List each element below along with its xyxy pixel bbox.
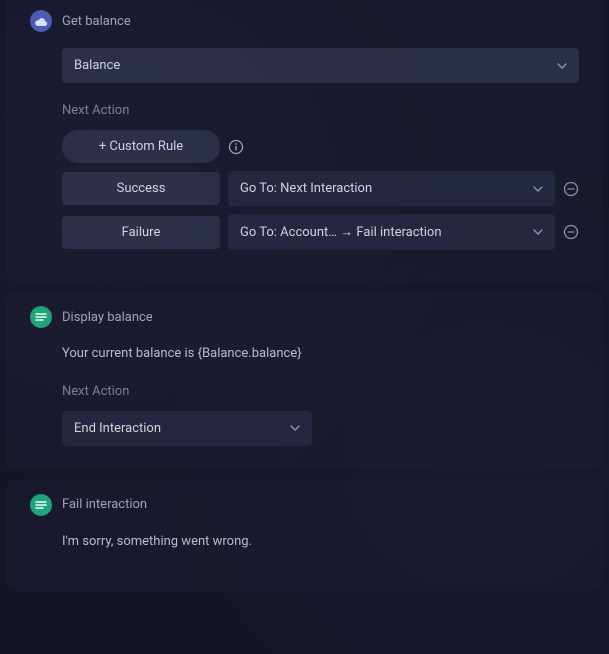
failure-pill[interactable]: Failure [62, 216, 220, 249]
cloud-icon [30, 10, 52, 32]
chevron-down-icon [533, 186, 543, 192]
chevron-down-icon [533, 229, 543, 235]
success-pill[interactable]: Success [62, 172, 220, 205]
message-text: I'm sorry, something went wrong. [62, 532, 579, 552]
balance-select[interactable]: Balance [62, 48, 579, 83]
card-fail-interaction: Fail interaction I'm sorry, something we… [6, 480, 603, 592]
remove-rule-icon[interactable] [563, 181, 579, 197]
add-custom-rule-button[interactable]: + Custom Rule [62, 130, 220, 163]
next-action-label: Next Action [62, 384, 579, 399]
next-action-select[interactable]: End Interaction [62, 411, 312, 446]
card-header: Get balance [30, 6, 579, 32]
success-target-value: Go To: Next Interaction [240, 181, 372, 196]
text-lines-icon [30, 494, 52, 516]
success-target-select[interactable]: Go To: Next Interaction [228, 171, 555, 206]
card-body: Your current balance is {Balance.balance… [62, 344, 579, 446]
custom-rule-row: + Custom Rule [62, 130, 579, 163]
rule-row-success: Success Go To: Next Interaction [62, 171, 579, 206]
card-title: Get balance [62, 14, 131, 29]
card-display-balance: Display balance Your current balance is … [6, 292, 603, 470]
card-title: Fail interaction [62, 497, 147, 512]
chevron-down-icon [290, 425, 300, 431]
info-icon[interactable] [228, 139, 244, 155]
card-title: Display balance [62, 310, 153, 325]
card-header: Fail interaction [30, 490, 579, 516]
card-body: I'm sorry, something went wrong. [62, 532, 579, 552]
remove-rule-icon[interactable] [563, 224, 579, 240]
failure-target-value: Go To: Account… → Fail interaction [240, 224, 442, 240]
next-action-value: End Interaction [74, 421, 161, 436]
card-header: Display balance [30, 302, 579, 328]
balance-select-value: Balance [74, 58, 120, 73]
text-lines-icon [30, 306, 52, 328]
next-action-label: Next Action [62, 103, 579, 118]
card-get-balance: Get balance Balance Next Action + Custom… [6, 0, 603, 282]
failure-target-select[interactable]: Go To: Account… → Fail interaction [228, 214, 555, 250]
rule-row-failure: Failure Go To: Account… → Fail interacti… [62, 214, 579, 250]
card-body: Balance Next Action + Custom Rule Succes… [62, 48, 579, 250]
chevron-down-icon [557, 63, 567, 69]
message-text: Your current balance is {Balance.balance… [62, 344, 579, 364]
